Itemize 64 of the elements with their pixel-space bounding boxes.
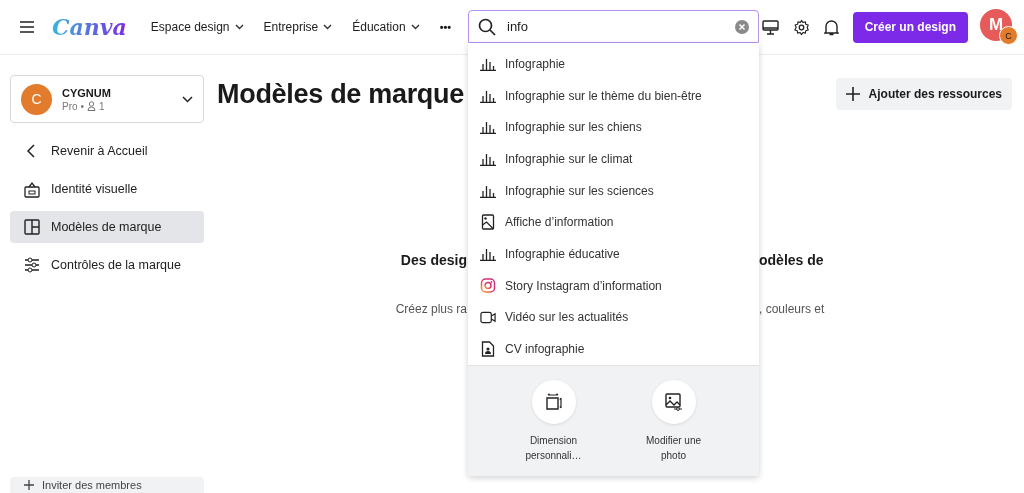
search-suggestion[interactable]: Infographie sur le thème du bien-être (468, 79, 759, 112)
nav-menu[interactable]: Éducation (352, 20, 420, 34)
bar-chart-icon (480, 246, 496, 261)
search-suggestion[interactable]: Infographie sur le climat (468, 143, 759, 175)
bar-chart-icon (480, 88, 496, 103)
instagram-icon (480, 278, 496, 294)
bar-chart-icon (480, 120, 496, 135)
search-suggestion[interactable]: Infographie sur les sciences (468, 174, 759, 207)
brand-selector[interactable]: C CYGNUM Pro • 1 (10, 75, 204, 123)
settings-icon[interactable] (792, 18, 810, 36)
sidebar-item[interactable]: Identité visuelle (10, 173, 204, 205)
empty-state-text: , couleurs et (759, 302, 825, 316)
menu-icon[interactable] (20, 21, 34, 33)
nav-menu[interactable]: Entreprise (263, 20, 333, 34)
layout-icon (24, 219, 40, 235)
edit-photo-icon (664, 392, 683, 411)
plus-icon (845, 87, 860, 101)
add-resources-button[interactable]: Ajouter des ressources (835, 78, 1012, 110)
empty-state-text: Créez plus ra (394, 302, 467, 316)
search-value: info (507, 19, 529, 34)
separator-dot: • (80, 100, 85, 112)
search-suggestion[interactable]: CV infographie (468, 333, 759, 365)
clear-icon[interactable] (735, 19, 749, 34)
search-icon (478, 17, 496, 36)
resize-icon (544, 392, 563, 411)
brand-avatar: C (21, 83, 52, 115)
empty-state-heading: odèles de (759, 252, 824, 268)
bar-chart-icon (480, 56, 496, 71)
sliders-icon (24, 257, 40, 273)
bell-icon[interactable] (823, 18, 839, 36)
search-suggestion[interactable]: Infographie éducative (468, 238, 759, 270)
chevron-down-icon (234, 24, 244, 30)
empty-state-heading: Des desig (399, 252, 467, 268)
document-icon (480, 341, 496, 358)
search-suggestion[interactable]: Vidéo sur les actualités (468, 301, 759, 334)
video-camera-icon (480, 310, 496, 324)
search-suggestion[interactable]: Infographie sur les chiens (468, 111, 759, 144)
bar-chart-icon (480, 151, 496, 166)
chevron-down-icon (182, 95, 193, 103)
page-title: Modèles de marque (217, 78, 464, 110)
sidebar-item[interactable]: Modèles de marque (10, 211, 204, 243)
monitor-icon[interactable] (761, 19, 779, 35)
sidebar-item[interactable]: Contrôles de la marque (10, 249, 204, 281)
quick-action-button[interactable]: Dimension personnali… (508, 379, 599, 464)
chevron-down-icon (323, 24, 333, 30)
member-count: 1 (99, 100, 105, 112)
quick-action-button[interactable]: Modifier une photo (628, 379, 719, 464)
briefcase-icon (24, 180, 40, 198)
search-field[interactable]: info (468, 10, 759, 43)
invite-members-button[interactable]: Inviter des membres (10, 477, 204, 493)
nav-menu[interactable]: Espace design (150, 20, 244, 34)
brand-name: CYGNUM (62, 86, 112, 99)
chevron-down-icon (410, 24, 420, 30)
bar-chart-icon (480, 183, 496, 198)
plus-icon (24, 480, 34, 490)
search-suggestion[interactable]: Infographie (468, 48, 759, 80)
create-design-button[interactable]: Créer un design (852, 11, 968, 43)
plan-label: Pro (62, 100, 78, 112)
more-button[interactable]: ••• (439, 21, 452, 33)
sidebar-item[interactable]: Revenir à Accueil (10, 135, 204, 167)
search-suggestion[interactable]: Story Instagram d’information (468, 269, 759, 302)
person-icon (87, 101, 97, 111)
search-suggestion[interactable]: Affiche d’information (468, 206, 759, 239)
image-icon (480, 214, 496, 231)
